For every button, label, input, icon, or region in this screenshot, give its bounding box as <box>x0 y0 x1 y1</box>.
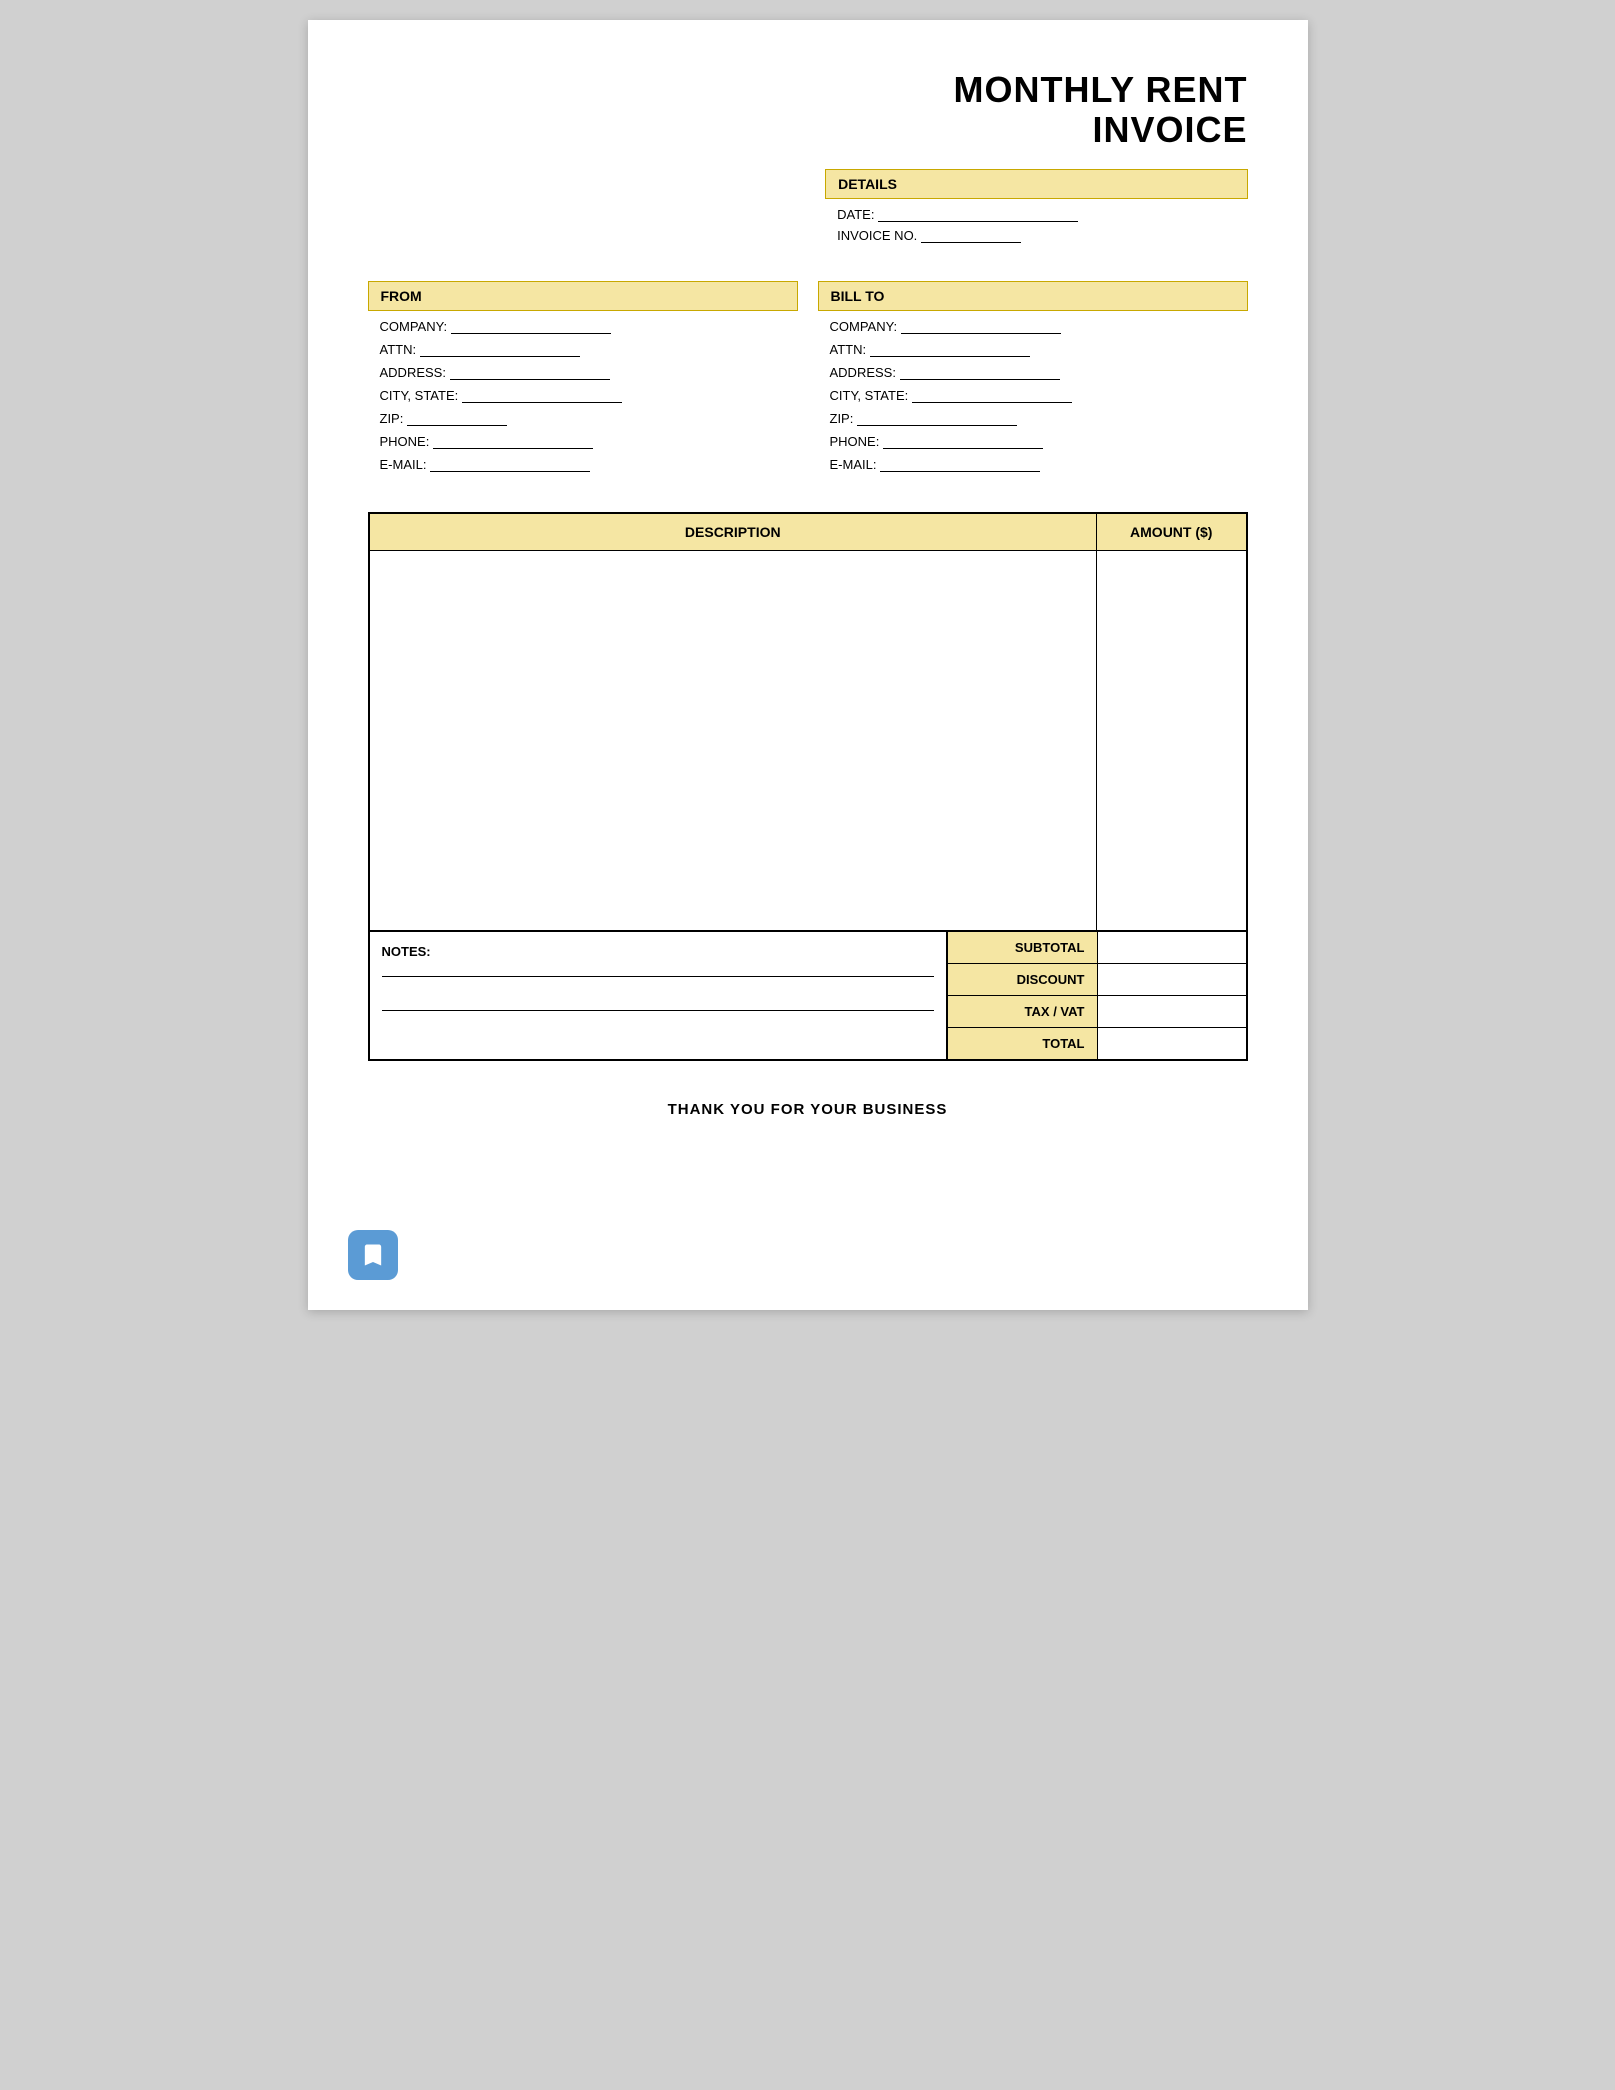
billto-address[interactable]: ADDRESS: <box>830 365 1236 380</box>
tax-row: TAX / VAT <box>948 996 1246 1028</box>
discount-row: DISCOUNT <box>948 964 1246 996</box>
thank-you-text: THANK YOU FOR YOUR BUSINESS <box>368 1101 1248 1118</box>
total-value[interactable] <box>1098 1028 1246 1059</box>
details-block: DETAILS DATE: INVOICE NO. <box>825 169 1247 257</box>
invoice-page: MONTHLY RENT INVOICE DETAILS DATE: INVOI… <box>308 20 1308 1310</box>
subtotal-row: SUBTOTAL <box>948 932 1246 964</box>
date-field[interactable]: DATE: <box>837 207 1235 222</box>
subtotal-value[interactable] <box>1098 932 1246 963</box>
from-email[interactable]: E-MAIL: <box>380 457 786 472</box>
billto-zip[interactable]: ZIP: <box>830 411 1236 426</box>
summary-section: NOTES: SUBTOTAL DISCOUNT TAX / VAT TOTAL <box>368 932 1248 1061</box>
details-content: DATE: INVOICE NO. <box>825 199 1247 257</box>
billto-section: BILL TO COMPANY: ATTN: ADDRESS: CITY, ST… <box>818 281 1248 488</box>
billto-phone[interactable]: PHONE: <box>830 434 1236 449</box>
discount-value[interactable] <box>1098 964 1246 995</box>
billto-attn[interactable]: ATTN: <box>830 342 1236 357</box>
tax-label: TAX / VAT <box>948 996 1098 1027</box>
details-header: DETAILS <box>825 169 1247 199</box>
discount-label: DISCOUNT <box>948 964 1098 995</box>
invoice-table: DESCRIPTION AMOUNT ($) <box>368 512 1248 932</box>
billto-company[interactable]: COMPANY: <box>830 319 1236 334</box>
from-zip[interactable]: ZIP: <box>380 411 786 426</box>
table-row <box>369 551 1247 931</box>
from-attn[interactable]: ATTN: <box>380 342 786 357</box>
tax-value[interactable] <box>1098 996 1246 1027</box>
billto-header: BILL TO <box>818 281 1248 311</box>
from-header: FROM <box>368 281 798 311</box>
amount-column-header: AMOUNT ($) <box>1097 513 1247 551</box>
invoice-no-field[interactable]: INVOICE NO. <box>837 228 1235 243</box>
from-city-state[interactable]: CITY, STATE: <box>380 388 786 403</box>
notes-line-2[interactable] <box>382 997 934 1011</box>
invoice-no-input-line[interactable] <box>921 229 1021 243</box>
from-company[interactable]: COMPANY: <box>380 319 786 334</box>
subtotal-label: SUBTOTAL <box>948 932 1098 963</box>
total-label: TOTAL <box>948 1028 1098 1059</box>
notes-label: NOTES: <box>382 944 431 959</box>
notes-line-1[interactable] <box>382 963 934 977</box>
notes-section: NOTES: <box>370 932 946 1059</box>
billto-city-state[interactable]: CITY, STATE: <box>830 388 1236 403</box>
description-column-header: DESCRIPTION <box>369 513 1097 551</box>
from-content: COMPANY: ATTN: ADDRESS: CITY, STATE: ZIP… <box>368 311 798 488</box>
invoice-title: MONTHLY RENT INVOICE <box>368 70 1248 149</box>
description-cell[interactable] <box>369 551 1097 931</box>
from-address[interactable]: ADDRESS: <box>380 365 786 380</box>
amount-cell[interactable] <box>1097 551 1247 931</box>
total-row: TOTAL <box>948 1028 1246 1059</box>
from-section: FROM COMPANY: ATTN: ADDRESS: CITY, STATE… <box>368 281 798 488</box>
title-section: MONTHLY RENT INVOICE <box>368 70 1248 149</box>
from-phone[interactable]: PHONE: <box>380 434 786 449</box>
from-billto-section: FROM COMPANY: ATTN: ADDRESS: CITY, STATE… <box>368 281 1248 488</box>
date-input-line[interactable] <box>878 208 1078 222</box>
billto-email[interactable]: E-MAIL: <box>830 457 1236 472</box>
bookmark-icon <box>359 1241 387 1269</box>
billto-content: COMPANY: ATTN: ADDRESS: CITY, STATE: ZIP… <box>818 311 1248 488</box>
totals-section: SUBTOTAL DISCOUNT TAX / VAT TOTAL <box>946 932 1246 1059</box>
corner-icon <box>348 1230 398 1280</box>
